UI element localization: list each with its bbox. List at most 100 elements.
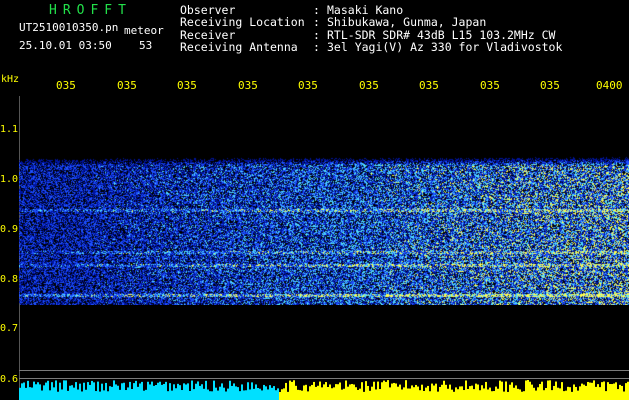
strength-bar <box>167 391 169 400</box>
strength-bar <box>287 391 289 400</box>
strength-bar <box>319 381 321 400</box>
strength-bar <box>93 382 95 400</box>
strength-bar <box>289 380 291 400</box>
strength-bar <box>337 384 339 400</box>
x-tick-label: 0400 <box>596 79 623 92</box>
strength-bar <box>363 391 365 400</box>
strength-bar <box>137 386 139 400</box>
strength-bar <box>149 384 151 400</box>
strength-bar <box>415 384 417 400</box>
strength-bar <box>179 385 181 400</box>
strength-bar <box>309 386 311 400</box>
strength-bar <box>239 391 241 400</box>
strength-bar <box>67 390 69 400</box>
strength-bar <box>385 381 387 400</box>
strength-bar <box>223 387 225 400</box>
strength-bar <box>73 387 75 400</box>
strength-bar <box>75 382 77 400</box>
strength-bar <box>585 385 587 400</box>
strength-bar <box>333 387 335 400</box>
strength-bar <box>281 389 283 400</box>
strength-bar <box>107 391 109 400</box>
filename: UT2510010350.pn <box>19 21 119 34</box>
strength-bar <box>49 390 51 400</box>
strength-bar <box>277 388 279 400</box>
strength-bar <box>171 390 173 400</box>
y-axis-unit: kHz <box>1 74 20 85</box>
strength-bar <box>103 390 105 400</box>
strength-bar <box>527 380 529 400</box>
strength-bar <box>557 387 559 400</box>
strength-bar <box>473 389 475 400</box>
strength-bar <box>503 391 505 400</box>
strength-bar <box>77 389 79 400</box>
strength-bar <box>271 387 273 400</box>
strength-bar <box>215 387 217 400</box>
strength-bar <box>321 387 323 400</box>
strength-bar <box>115 384 117 400</box>
strength-bar <box>563 391 565 400</box>
strength-bar <box>519 389 521 400</box>
strength-bar <box>203 388 205 400</box>
strength-bar <box>541 381 543 400</box>
strength-bar <box>323 384 325 400</box>
strength-bar <box>187 383 189 400</box>
strength-bar <box>455 387 457 400</box>
strength-bar <box>469 386 471 400</box>
strength-bar <box>317 385 319 400</box>
strength-bar <box>511 382 513 400</box>
strength-bar <box>515 385 517 400</box>
x-tick-label: 035 <box>419 79 439 92</box>
strength-bar <box>101 383 103 400</box>
strength-bar <box>379 389 381 400</box>
strength-bar <box>433 385 435 400</box>
strength-bar <box>567 386 569 400</box>
strength-bar <box>573 384 575 400</box>
strength-bar <box>261 390 263 400</box>
strength-bar <box>387 380 389 400</box>
signal-strength-strip <box>19 380 629 400</box>
strength-bar <box>605 391 607 400</box>
strength-bar <box>427 385 429 400</box>
strength-bar <box>597 384 599 400</box>
strength-bar <box>139 383 141 400</box>
strength-bar <box>85 389 87 400</box>
strength-bar <box>97 381 99 400</box>
strength-bar <box>153 385 155 400</box>
strength-bar <box>393 382 395 400</box>
strength-bar <box>243 390 245 400</box>
strength-bar <box>19 387 21 400</box>
strength-bar <box>593 380 595 400</box>
strength-bar <box>305 384 307 400</box>
strength-bar <box>381 382 383 400</box>
strength-bar <box>141 381 143 400</box>
x-tick-label: 035 <box>177 79 197 92</box>
strength-bar <box>199 385 201 400</box>
strength-bar <box>191 380 193 400</box>
strength-bar <box>589 382 591 400</box>
strength-bar <box>23 382 25 400</box>
strength-bar <box>117 385 119 400</box>
strength-bar <box>383 380 385 400</box>
strength-bar <box>87 382 89 400</box>
station-name: HROFFT <box>49 3 132 18</box>
strength-bar <box>69 385 71 400</box>
strength-bar <box>475 383 477 400</box>
strength-bar <box>185 384 187 400</box>
strength-bar <box>47 380 49 400</box>
strength-bar <box>99 391 101 400</box>
strength-bar <box>205 380 207 400</box>
strength-bar <box>237 387 239 400</box>
strength-bar <box>495 386 497 400</box>
strength-bar <box>131 389 133 400</box>
strength-bar <box>507 391 509 400</box>
strength-bar <box>51 382 53 400</box>
reference-line-upper <box>19 370 629 371</box>
strength-bar <box>43 385 45 400</box>
strength-bar <box>483 388 485 400</box>
strength-bar <box>249 389 251 400</box>
strength-bar <box>135 380 137 400</box>
strength-bar <box>299 390 301 400</box>
strength-bar <box>429 391 431 400</box>
strength-bar <box>55 380 57 400</box>
